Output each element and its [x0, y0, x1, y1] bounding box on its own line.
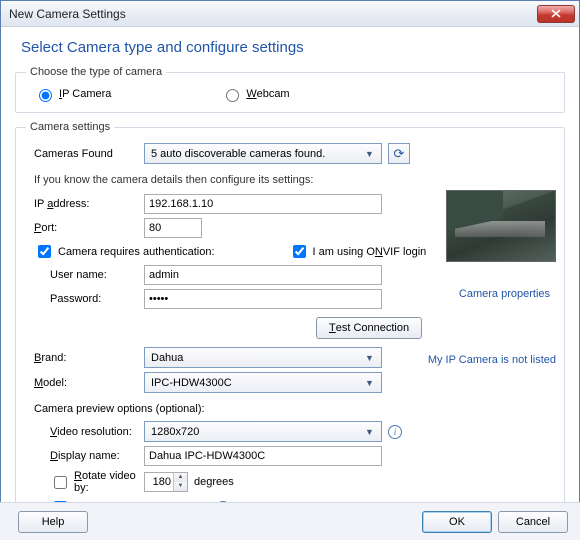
radio-ip-camera[interactable]: IP Camera	[34, 86, 111, 102]
port-label: Port:	[26, 222, 144, 234]
display-name-label: Display name:	[26, 450, 144, 462]
camera-preview-image	[446, 190, 556, 262]
brand-select[interactable]: Dahua ▼	[144, 347, 382, 368]
camera-type-legend: Choose the type of camera	[26, 66, 166, 78]
brand-label: Brand:	[26, 352, 144, 364]
camera-preview-pane	[446, 190, 556, 262]
camera-type-group: Choose the type of camera IP Camera Webc…	[15, 66, 565, 113]
requires-auth-label: Camera requires authentication:	[58, 246, 215, 258]
radio-webcam[interactable]: Webcam	[221, 86, 289, 102]
model-select[interactable]: IPC-HDW4300C ▼	[144, 372, 382, 393]
password-input[interactable]	[144, 289, 382, 309]
preview-options-label: Camera preview options (optional):	[26, 397, 554, 417]
password-label: Password:	[26, 293, 144, 305]
chevron-down-icon: ▼	[362, 353, 377, 363]
refresh-button[interactable]: ⟳	[388, 143, 410, 164]
camera-settings-group: Camera settings Cameras Found 5 auto dis…	[15, 121, 565, 530]
rotate-label: Rotate video by:	[74, 470, 144, 494]
test-connection-button[interactable]: Test Connection	[316, 317, 422, 339]
requires-auth-checkbox[interactable]	[38, 245, 51, 258]
close-icon	[551, 9, 561, 18]
model-label: Model:	[26, 377, 144, 389]
spin-up-icon[interactable]: ▲	[174, 473, 187, 482]
chevron-down-icon: ▼	[362, 149, 377, 159]
window-title: New Camera Settings	[9, 7, 537, 21]
spin-down-icon[interactable]: ▼	[174, 482, 187, 491]
help-button[interactable]: Help	[18, 511, 88, 533]
ip-address-input[interactable]	[144, 194, 382, 214]
not-listed-link[interactable]: My IP Camera is not listed	[428, 354, 556, 366]
onvif-checkbox[interactable]	[293, 245, 306, 258]
rotate-checkbox[interactable]	[54, 476, 67, 489]
refresh-icon: ⟳	[394, 146, 405, 162]
username-label: User name:	[26, 269, 144, 281]
settings-hint: If you know the camera details then conf…	[26, 168, 554, 190]
dialog-footer: Help OK Cancel	[0, 502, 580, 540]
ok-button[interactable]: OK	[422, 511, 492, 533]
rotate-value-input[interactable]	[145, 473, 173, 491]
camera-properties-link[interactable]: Camera properties	[459, 288, 550, 300]
video-res-label: Video resolution:	[26, 426, 144, 438]
ip-label: IP address:	[26, 198, 144, 210]
radio-webcam-input[interactable]	[226, 89, 239, 102]
titlebar: New Camera Settings	[1, 1, 579, 27]
port-input[interactable]	[144, 218, 202, 238]
onvif-label: I am using ONVIF login	[313, 246, 427, 258]
degrees-label: degrees	[194, 476, 234, 488]
chevron-down-icon: ▼	[362, 427, 377, 437]
camera-settings-legend: Camera settings	[26, 121, 114, 133]
display-name-input[interactable]	[144, 446, 382, 466]
video-res-select[interactable]: 1280x720 ▼	[144, 421, 382, 442]
chevron-down-icon: ▼	[362, 378, 377, 388]
radio-ip-camera-input[interactable]	[39, 89, 52, 102]
username-input[interactable]	[144, 265, 382, 285]
cameras-found-label: Cameras Found	[26, 148, 144, 160]
cameras-found-select[interactable]: 5 auto discoverable cameras found. ▼	[144, 143, 382, 164]
cancel-button[interactable]: Cancel	[498, 511, 568, 533]
page-heading: Select Camera type and configure setting…	[21, 39, 565, 56]
info-icon[interactable]: i	[388, 425, 402, 439]
close-button[interactable]	[537, 5, 575, 23]
rotate-spinner[interactable]: ▲▼	[144, 472, 188, 492]
